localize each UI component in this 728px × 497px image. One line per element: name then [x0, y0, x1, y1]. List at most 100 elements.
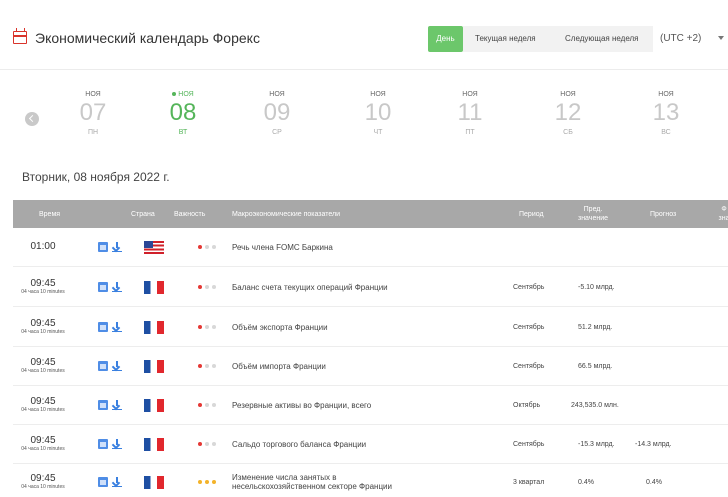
event-time: 09:45 04 часа 10 minutes — [13, 386, 73, 424]
event-name-line: Объём экспорта Франции — [232, 322, 328, 332]
event-name[interactable]: Сальдо торгового баланса Франции — [232, 425, 366, 463]
download-icon[interactable] — [112, 282, 122, 292]
day-number: 13 — [652, 99, 680, 126]
importance-dot-icon — [198, 403, 202, 407]
importance-dot-icon — [212, 285, 216, 289]
table-row[interactable]: 09:45 04 часа 10 minutes Объём импорта Фра… — [13, 347, 728, 386]
event-period: Октябрь — [513, 401, 541, 409]
tab-current-week[interactable]: Текущая неделя — [475, 26, 536, 52]
importance-dot-icon — [198, 245, 202, 249]
time-countdown: 04 часа 10 minutes — [21, 445, 65, 452]
download-icon[interactable] — [112, 322, 122, 332]
col-actual: Ф зна — [709, 200, 728, 228]
day-07[interactable]: НОЯ 07 ПН — [73, 90, 113, 136]
col-period: Период — [519, 210, 544, 218]
time-value: 09:45 — [30, 317, 56, 329]
day-weekday: СР — [272, 129, 282, 136]
importance-dot-icon — [212, 325, 216, 329]
importance-dot-icon — [205, 245, 209, 249]
time-countdown: 04 часа 10 minutes — [21, 483, 65, 490]
download-icon[interactable] — [112, 400, 122, 410]
page-title: Экономический календарь Форекс — [35, 30, 260, 46]
importance-dot-icon — [205, 442, 209, 446]
event-time: 09:45 04 часа 10 minutes — [13, 347, 73, 385]
day-view-button[interactable]: День — [428, 26, 463, 52]
tab-next-week[interactable]: Следующая неделя — [565, 26, 639, 52]
google-calendar-icon[interactable] — [98, 361, 108, 371]
event-actions — [98, 308, 122, 346]
col-forecast: Прогноз — [650, 210, 677, 218]
google-calendar-icon[interactable] — [98, 477, 108, 487]
event-name-line: несельскохозяйственном секторе Франции — [232, 482, 392, 491]
download-icon-base — [112, 485, 122, 487]
download-icon-base — [112, 330, 122, 332]
download-icon[interactable] — [112, 361, 122, 371]
google-calendar-icon[interactable] — [98, 400, 108, 410]
importance-dot-icon — [212, 364, 216, 368]
download-icon[interactable] — [112, 477, 122, 487]
importance-dot-icon — [198, 442, 202, 446]
table-row[interactable]: 09:45 04 часа 10 minutes Сальдо торгового … — [13, 425, 728, 464]
day-12[interactable]: НОЯ 12 СБ — [548, 90, 588, 136]
table-row[interactable]: 09:45 04 часа 10 minutes Изменение числа з… — [13, 463, 728, 497]
table-row[interactable]: 09:45 04 часа 10 minutes Баланс счета теку… — [13, 268, 728, 307]
day-number: 11 — [457, 99, 483, 126]
france-flag-icon — [144, 437, 164, 451]
event-name[interactable]: Объём экспорта Франции — [232, 308, 328, 346]
download-icon[interactable] — [112, 242, 122, 252]
download-icon-base — [112, 290, 122, 292]
chevron-down-icon[interactable] — [718, 36, 724, 40]
table-row[interactable]: 09:45 04 часа 10 minutes Объём экспорта Фр… — [13, 308, 728, 347]
france-flag-icon — [144, 280, 164, 294]
event-name[interactable]: Баланс счета текущих операций Франции — [232, 268, 388, 306]
time-countdown: 04 часа 10 minutes — [21, 288, 65, 295]
event-country — [144, 308, 164, 346]
day-11[interactable]: НОЯ 11 ПТ — [450, 90, 490, 136]
download-icon-base — [112, 369, 122, 371]
day-08[interactable]: НОЯ 08 ВТ — [163, 90, 203, 136]
time-value: 09:45 — [30, 395, 56, 407]
event-period: Сентябрь — [513, 440, 545, 448]
event-period: Сентябрь — [513, 323, 545, 331]
google-calendar-icon[interactable] — [98, 282, 108, 292]
usa-flag-icon — [144, 240, 164, 254]
event-name[interactable]: Резервные активы во Франции, всего — [232, 386, 371, 424]
table-row[interactable]: 01:00 Речь члена FOMC Баркина — [13, 228, 728, 267]
day-10[interactable]: НОЯ 10 ЧТ — [358, 90, 398, 136]
event-time: 01:00 — [13, 228, 73, 266]
table-header: Время Страна Важность Макроэкономические… — [13, 200, 728, 228]
day-09[interactable]: НОЯ 09 СР — [257, 90, 297, 136]
importance-indicator — [198, 347, 219, 385]
importance-dot-icon — [212, 442, 216, 446]
event-name-line: Сальдо торгового баланса Франции — [232, 439, 367, 449]
google-calendar-icon[interactable] — [98, 322, 108, 332]
event-forecast: 0.4% — [646, 478, 662, 486]
event-name[interactable]: Изменение числа занятых в несельскохозяйс… — [232, 463, 392, 497]
table-row[interactable]: 09:45 04 часа 10 minutes Резервные активы … — [13, 386, 728, 425]
previous-days-button[interactable] — [25, 112, 39, 126]
importance-dot-icon — [205, 403, 209, 407]
importance-dot-icon — [212, 480, 216, 484]
download-icon[interactable] — [112, 439, 122, 449]
col-previous-line1: Пред. — [583, 206, 603, 213]
event-country — [144, 268, 164, 306]
event-name[interactable]: Объём импорта Франции — [232, 347, 326, 385]
event-period: 3 квартал — [513, 478, 545, 486]
event-name-line: Речь члена FOMC Баркина — [232, 242, 333, 252]
time-countdown: 04 часа 10 minutes — [21, 406, 65, 413]
day-weekday: ЧТ — [373, 129, 383, 136]
day-number: 10 — [364, 99, 392, 126]
google-calendar-icon[interactable] — [98, 242, 108, 252]
col-actual-line2: зна — [718, 215, 728, 222]
calendar-icon — [13, 28, 27, 44]
day-13[interactable]: НОЯ 13 ВС — [646, 90, 686, 136]
day-number: 08 — [169, 99, 197, 126]
event-previous: -5.10 млрд. — [578, 283, 615, 291]
timezone-select[interactable]: (UTC +2) — [660, 26, 701, 52]
today-dot-icon — [172, 92, 177, 97]
event-time: 09:45 04 часа 10 minutes — [13, 308, 73, 346]
google-calendar-icon[interactable] — [98, 439, 108, 449]
event-name[interactable]: Речь члена FOMC Баркина — [232, 228, 333, 266]
day-number: 12 — [554, 99, 582, 126]
day-number: 09 — [263, 99, 291, 126]
